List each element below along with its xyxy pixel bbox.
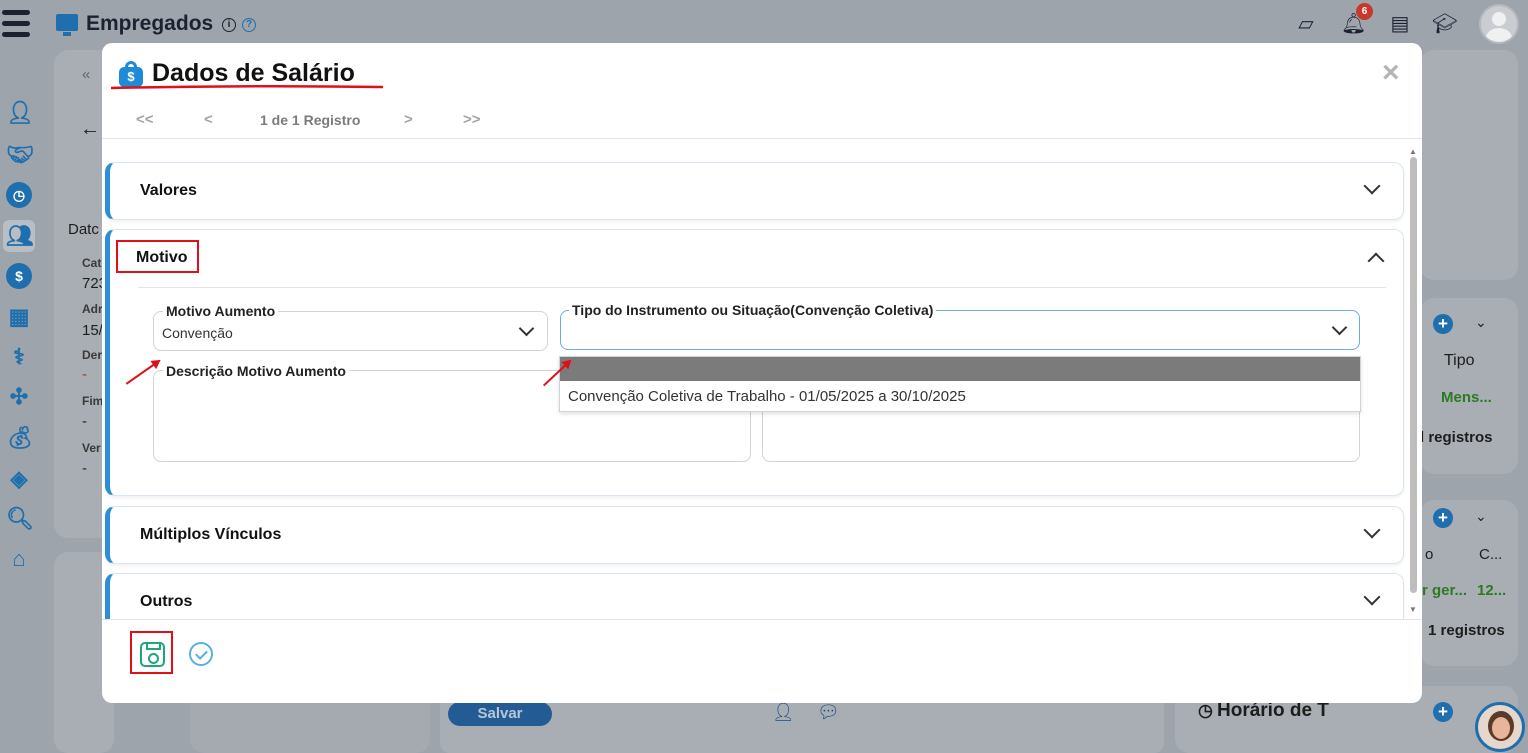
user-avatar[interactable] [1479,4,1519,44]
bg-field-label: Cat [82,256,102,270]
modal-scroll-area[interactable]: Valores Motivo Convenção Motivo Aumento … [102,140,1422,619]
bg-field-label: Fim [82,394,104,408]
dropdown-option-empty[interactable] [560,357,1360,381]
section-title: Valores [140,182,197,199]
chevron-up-icon[interactable] [1367,252,1385,270]
chevron-down-icon[interactable] [518,320,535,337]
background-card-right-top [1420,50,1518,280]
clock-icon[interactable]: ◷ [6,182,32,208]
info-icon[interactable]: i [222,18,236,32]
modal-footer [102,619,1422,703]
nav-first-button[interactable]: << [136,111,154,128]
help-icon[interactable]: ? [242,18,256,32]
section-valores[interactable]: Valores [105,162,1404,220]
calculator-icon[interactable]: ▦ [6,304,32,330]
record-counter: 1 de 1 Registro [260,112,361,128]
bg-field-label: Der [82,348,103,362]
bg-first-nav: « [82,66,91,83]
motivo-aumento-label: Motivo Aumento [163,303,279,319]
annotation-underline [110,84,384,90]
bg-table-value: Mens... [1441,389,1492,406]
scrollbar-thumb[interactable] [1410,157,1417,593]
person-percent-icon[interactable]: ⚕ [6,344,32,370]
bg-table-footer: l registros [1420,429,1493,446]
bg-col-header: o [1425,546,1434,563]
chevron-down-icon[interactable]: ⌄ [1475,508,1487,525]
person-icon[interactable]: 👤︎ [772,702,795,723]
search-icon[interactable]: 🔍︎ [6,506,34,532]
bg-field-label: Ver [82,441,101,455]
annotation-box-motivo [116,240,199,273]
scroll-up-arrow[interactable]: ▲ [1409,147,1417,156]
bg-table-value: r ger... [1422,582,1468,599]
users-icon[interactable]: 👥︎ [6,223,34,249]
app-title: Empregados [86,12,214,35]
bg-table-value: 12... [1477,582,1507,599]
notification-badge: 6 [1356,3,1373,20]
section-title: Múltiplos Vínculos [140,526,282,543]
add-icon[interactable]: + [1433,508,1453,528]
chevron-down-icon[interactable] [1363,588,1381,606]
document-icon[interactable]: ▱ [1294,12,1318,36]
chevron-down-icon[interactable] [1363,177,1381,195]
section-divider [138,287,1386,288]
user-settings-icon[interactable]: 👤︎ [6,100,34,126]
bg-col-header: Tipo [1444,352,1475,369]
assistant-avatar[interactable] [1475,702,1525,752]
bg-col-header: C... [1479,546,1503,563]
nav-prev-button[interactable]: < [204,111,213,128]
close-icon[interactable]: × [1382,58,1400,88]
dollar-icon[interactable]: $ [6,263,32,289]
bg-table-footer: 1 registros [1428,622,1505,639]
annotation-box-save [130,631,173,674]
bg-field-label: Adr [82,302,103,316]
check-icon[interactable] [189,642,213,666]
salvar-button[interactable]: Salvar [448,702,552,726]
nav-last-button[interactable]: >> [463,111,481,128]
section-title: Outros [140,593,193,610]
home-icon[interactable]: ⌂ [6,546,32,572]
add-icon[interactable]: + [1433,314,1453,334]
modal-header: $ Dados de Salário × << < 1 de 1 Registr… [102,43,1422,139]
section-outros[interactable]: Outros [105,573,1404,619]
report-search-icon[interactable]: ▤ [1388,12,1412,36]
bg-field-value: 15/ [82,322,103,339]
clock-icon: ◷ [1198,701,1213,720]
chevron-down-icon[interactable]: ⌄ [1475,314,1487,331]
graduation-cap-icon[interactable]: 🎓︎ [1432,12,1457,36]
add-icon[interactable]: + [1433,702,1453,722]
bg-field-value: - [82,413,87,430]
section-multiplos-vinculos[interactable]: Múltiplos Vínculos [105,506,1404,564]
scroll-down-arrow[interactable]: ▼ [1409,605,1417,614]
monitor-icon [56,14,78,36]
menu-icon[interactable] [2,10,30,43]
bg-field-value: - [82,460,87,477]
nav-next-button[interactable]: > [404,111,413,128]
tipo-instrumento-label: Tipo do Instrumento ou Situação(Convençã… [569,302,937,318]
descricao-motivo-label: Descrição Motivo Aumento [163,363,349,379]
chat-icon[interactable]: 💬︎ [817,702,840,723]
chevron-down-icon[interactable] [1331,319,1348,336]
bg-horario-title: Horário de T [1217,700,1329,721]
network-icon[interactable]: ✣ [6,384,32,410]
back-arrow-icon[interactable]: ← [80,118,100,141]
tipo-instrumento-dropdown: Convenção Coletiva de Trabalho - 01/05/2… [559,356,1361,412]
layers-icon[interactable]: ◈ [6,466,32,492]
chevron-down-icon[interactable] [1363,521,1381,539]
salary-modal: $ Dados de Salário × << < 1 de 1 Registr… [102,43,1422,703]
handshake-icon[interactable]: 🤝︎ [6,142,34,168]
dropdown-option[interactable]: Convenção Coletiva de Trabalho - 01/05/2… [568,388,966,405]
bg-section-label: Datc [68,221,99,238]
bg-field-value: - [82,366,87,383]
money-bag-icon[interactable]: 💰︎ [6,425,34,451]
motivo-aumento-value: Convenção [162,325,233,341]
modal-scrollbar[interactable]: ▲ ▼ [1409,147,1419,623]
